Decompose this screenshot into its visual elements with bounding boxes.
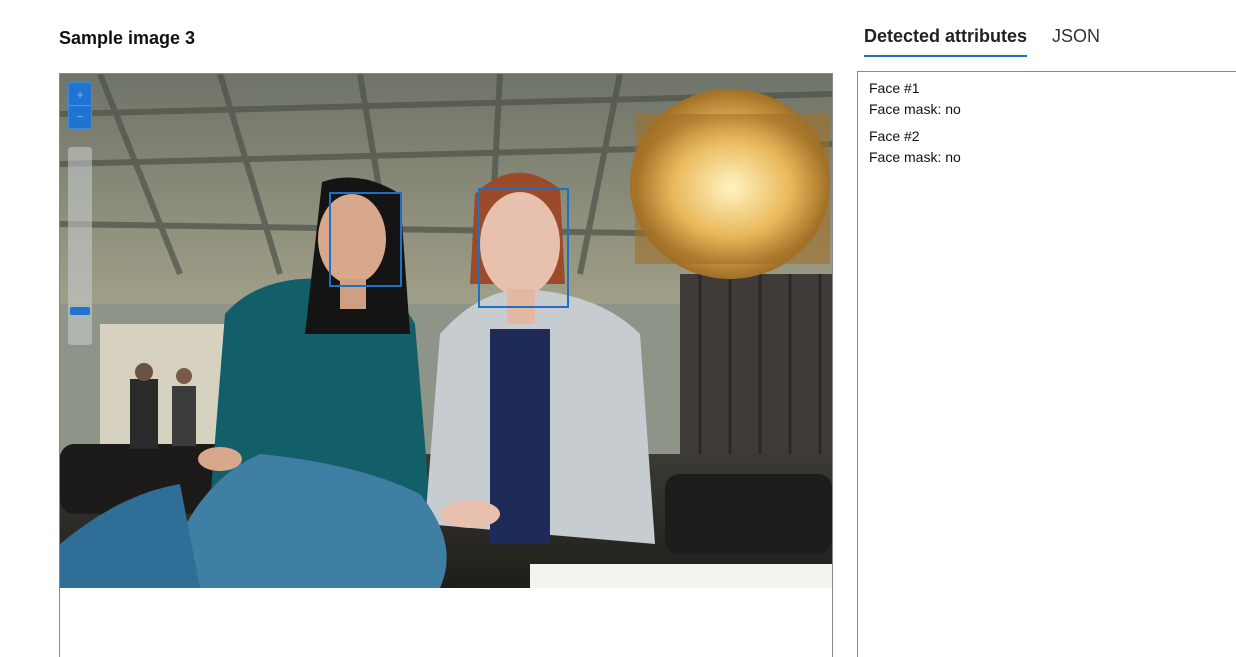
zoom-out-button[interactable]: − [69, 105, 91, 127]
zoom-slider-thumb[interactable] [70, 307, 90, 316]
face-entry-2: Face #2 Face mask: no [869, 126, 1235, 168]
tab-json[interactable]: JSON [1052, 26, 1100, 55]
detected-attributes-panel: Face #1 Face mask: no Face #2 Face mask:… [857, 71, 1236, 657]
page: Sample image 3 + − Detected attributes J… [0, 0, 1236, 657]
face-label: Face #2 [869, 128, 920, 144]
image-viewer[interactable]: + − [59, 73, 833, 657]
face-entry-1: Face #1 Face mask: no [869, 78, 1235, 120]
plus-icon: + [76, 86, 84, 102]
face-box-2 [478, 188, 569, 308]
face-mask-value: Face mask: no [869, 149, 961, 165]
zoom-slider[interactable] [68, 147, 92, 345]
zoom-controls: + − [68, 82, 92, 129]
face-box-1 [329, 192, 402, 287]
sample-title: Sample image 3 [59, 28, 196, 48]
minus-icon: − [76, 109, 84, 124]
face-mask-value: Face mask: no [869, 101, 961, 117]
tab-detected-attributes[interactable]: Detected attributes [864, 26, 1028, 57]
zoom-in-button[interactable]: + [69, 83, 91, 105]
sample-photo[interactable] [60, 74, 832, 588]
face-label: Face #1 [869, 80, 920, 96]
